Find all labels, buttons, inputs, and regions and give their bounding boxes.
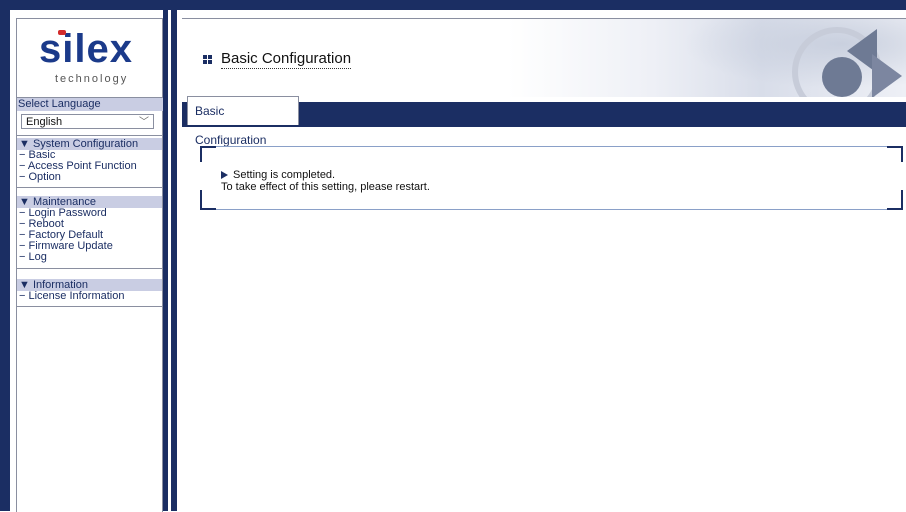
menu-item-option[interactable]: − Option bbox=[19, 172, 61, 183]
status-message-box: Setting is completed. To take effect of … bbox=[200, 146, 903, 210]
logo[interactable]: silex technology bbox=[17, 19, 162, 98]
grid-icon bbox=[203, 55, 213, 65]
logo-subtitle: technology bbox=[55, 73, 129, 85]
menu-item-log[interactable]: − Log bbox=[19, 252, 47, 263]
select-language-heading: Select Language bbox=[17, 98, 163, 111]
language-select[interactable]: English ﹀ bbox=[21, 114, 154, 129]
menu-item-license-information[interactable]: − License Information bbox=[19, 291, 124, 302]
left-frame-bar bbox=[0, 0, 10, 511]
chevron-down-icon: ﹀ bbox=[139, 117, 149, 128]
tab-underline bbox=[182, 125, 906, 127]
sidebar-panel: silex technology Select Language English… bbox=[16, 18, 163, 512]
main-content: Basic Configuration Basic Configuration … bbox=[177, 10, 906, 511]
tab-basic-configuration[interactable]: Basic Configuration bbox=[187, 96, 299, 147]
logo-accent-dot bbox=[58, 30, 66, 35]
triangle-bullet-icon bbox=[221, 171, 228, 180]
sidebar: silex technology Select Language English… bbox=[10, 10, 163, 512]
divider bbox=[17, 306, 162, 307]
language-select-value: English bbox=[26, 116, 63, 128]
logo-wordmark: silex bbox=[39, 27, 133, 71]
status-message-line1: Setting is completed. bbox=[221, 169, 335, 181]
corner-bracket bbox=[200, 190, 216, 210]
divider bbox=[17, 268, 162, 269]
divider bbox=[17, 135, 162, 136]
corner-bracket bbox=[887, 190, 903, 210]
page-title: Basic Configuration bbox=[221, 50, 352, 69]
divider bbox=[17, 187, 162, 188]
sidebar-content-divider bbox=[163, 0, 177, 511]
top-frame-bar bbox=[0, 0, 906, 10]
status-message-line2: To take effect of this setting, please r… bbox=[221, 181, 430, 193]
right-arrow-icon bbox=[872, 54, 902, 97]
corner-bracket bbox=[200, 146, 216, 162]
status-message-text: Setting is completed. bbox=[233, 169, 336, 181]
corner-bracket bbox=[887, 146, 903, 162]
